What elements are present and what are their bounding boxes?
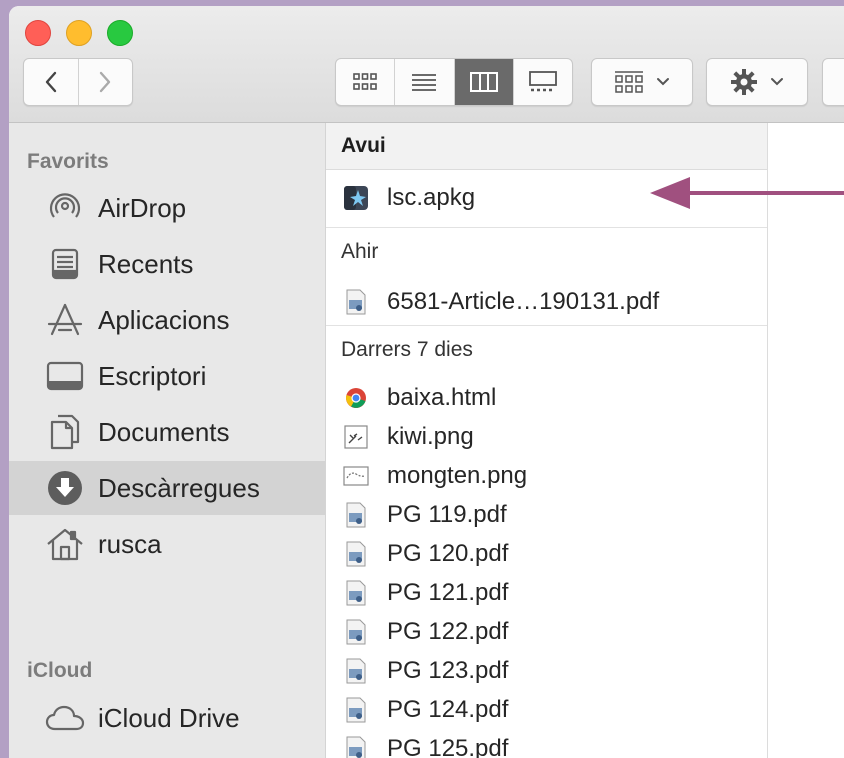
- annotation-arrow: [650, 177, 844, 209]
